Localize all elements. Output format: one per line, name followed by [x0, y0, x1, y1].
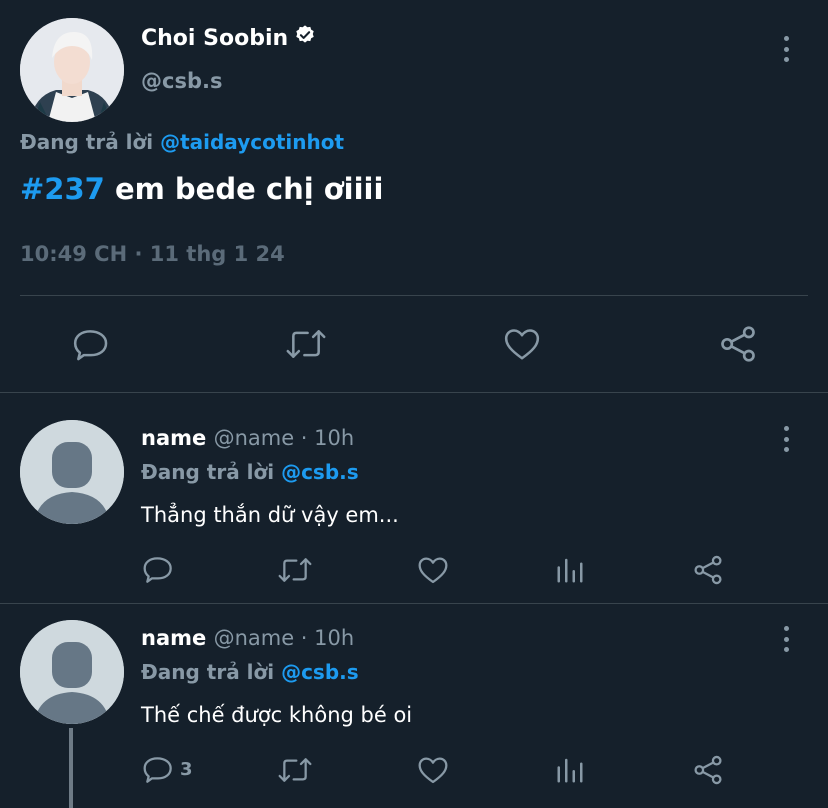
- hashtag-link[interactable]: #237: [20, 172, 105, 206]
- reply-author-name[interactable]: name: [141, 626, 206, 650]
- reply-handle-time[interactable]: @name · 10h: [214, 426, 355, 450]
- like-button[interactable]: [416, 554, 450, 586]
- replying-to-line: Đang trả lời @csb.s: [141, 660, 359, 684]
- share-button[interactable]: [692, 553, 724, 587]
- like-button[interactable]: [416, 754, 450, 786]
- tweet-text: #237 em bede chị ơiiii: [20, 172, 383, 206]
- thread-connector-line: [69, 728, 73, 808]
- reply-button[interactable]: [142, 553, 180, 585]
- reply-author-row[interactable]: name @name · 10h: [141, 626, 354, 650]
- divider: [0, 392, 828, 393]
- default-avatar-icon[interactable]: [20, 420, 124, 524]
- retweet-button[interactable]: [276, 754, 314, 786]
- default-avatar-icon[interactable]: [20, 620, 124, 724]
- retweet-button[interactable]: [276, 554, 314, 586]
- more-options-icon[interactable]: [782, 626, 790, 652]
- share-icon: [694, 755, 722, 785]
- tweet-timestamp[interactable]: 10:49 CH · 11 thg 1 24: [20, 242, 285, 266]
- like-icon: [418, 757, 448, 784]
- replying-prefix: Đang trả lời: [141, 460, 275, 484]
- replying-prefix: Đang trả lời: [20, 130, 154, 154]
- share-button[interactable]: [718, 324, 758, 364]
- retweet-button[interactable]: [284, 325, 328, 363]
- reply-author-name[interactable]: name: [141, 426, 206, 450]
- analytics-icon: [557, 558, 583, 583]
- verified-badge-icon: [294, 24, 316, 52]
- reply-text: Thẳng thắn dữ vậy em...: [141, 503, 399, 527]
- replying-to-line: Đang trả lời @csb.s: [141, 460, 359, 484]
- analytics-icon: [557, 758, 583, 783]
- replying-to-mention[interactable]: @csb.s: [281, 460, 359, 484]
- more-options-icon[interactable]: [782, 36, 790, 62]
- like-icon: [418, 557, 448, 584]
- reply-button[interactable]: [72, 325, 110, 363]
- divider: [0, 603, 828, 604]
- share-icon: [694, 555, 722, 585]
- reply-icon: [73, 330, 108, 361]
- like-button[interactable]: [502, 325, 542, 363]
- profile-avatar[interactable]: [20, 18, 124, 122]
- tweet-body: em bede chị ơiiii: [104, 172, 384, 206]
- replying-to-mention[interactable]: @taidaycotinhot: [160, 130, 344, 154]
- share-button[interactable]: [692, 753, 724, 787]
- replying-to-line: Đang trả lời @taidaycotinhot: [20, 130, 344, 154]
- reply-icon: [143, 757, 172, 783]
- author-name-row[interactable]: Choi Soobin: [141, 24, 316, 52]
- reply-handle-time[interactable]: @name · 10h: [214, 626, 355, 650]
- more-options-icon[interactable]: [782, 426, 790, 452]
- retweet-icon: [286, 330, 326, 358]
- reply-count: 3: [180, 758, 193, 780]
- replying-prefix: Đang trả lời: [141, 660, 275, 684]
- like-icon: [504, 329, 540, 360]
- reply-icon: [143, 557, 172, 583]
- reply-text: Thế chế được không bé oi: [141, 703, 413, 727]
- retweet-icon: [278, 558, 312, 582]
- reply-button[interactable]: 3: [142, 753, 193, 785]
- analytics-button[interactable]: [555, 554, 585, 586]
- share-icon: [721, 326, 755, 362]
- author-display-name[interactable]: Choi Soobin: [141, 26, 288, 51]
- author-handle[interactable]: @csb.s: [141, 69, 222, 93]
- retweet-icon: [278, 758, 312, 782]
- analytics-button[interactable]: [555, 754, 585, 786]
- reply-author-row[interactable]: name @name · 10h: [141, 426, 354, 450]
- replying-to-mention[interactable]: @csb.s: [281, 660, 359, 684]
- divider: [20, 295, 808, 296]
